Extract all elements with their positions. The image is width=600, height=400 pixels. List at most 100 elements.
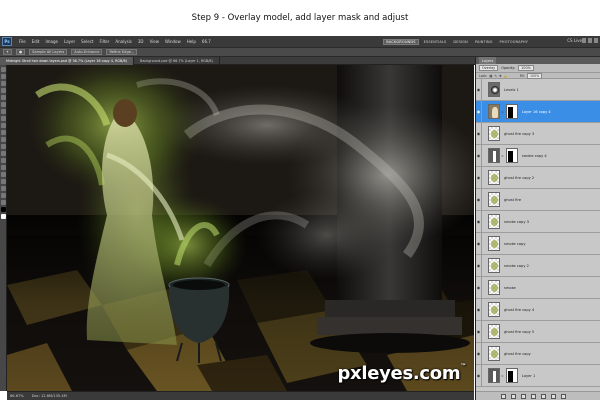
eraser-tool-icon[interactable] <box>1 137 6 142</box>
layer-row[interactable]: ◉ ghost fire copy 2 <box>476 166 600 189</box>
visibility-eye-icon[interactable]: ◉ <box>476 320 482 343</box>
layer-name[interactable]: Levels 1 <box>504 88 519 92</box>
clone-tool-icon[interactable] <box>1 123 6 128</box>
history-brush-icon[interactable] <box>1 130 6 135</box>
quick-select-tool-icon[interactable] <box>1 88 6 93</box>
shape-tool-icon[interactable] <box>1 186 6 191</box>
auto-enhance-checkbox[interactable]: Auto-Enhance <box>71 49 103 55</box>
foreground-color-swatch[interactable] <box>1 207 6 212</box>
layer-name[interactable]: Layer 16 copy 4 <box>522 110 551 114</box>
blend-mode-select[interactable]: Overlay <box>479 65 499 71</box>
layer-name[interactable]: ghost fire copy 4 <box>504 308 534 312</box>
quick-select-tool-icon[interactable]: ✦ <box>3 49 13 55</box>
zoom-level[interactable]: 66.7 <box>199 39 214 44</box>
menu-image[interactable]: Image <box>42 39 61 44</box>
layer-row[interactable]: ◉ ∞ smoke copy 4 <box>476 144 600 167</box>
layer-name[interactable]: ghost fire copy <box>504 352 531 356</box>
lock-transparency-icon[interactable]: ▦ <box>489 74 492 78</box>
mask-link-icon[interactable]: ∞ <box>501 374 504 378</box>
layer-row[interactable]: ◉ ghost fire copy 4 <box>476 298 600 321</box>
link-layers-icon[interactable] <box>501 393 506 399</box>
layer-name[interactable]: smoke copy <box>504 242 525 246</box>
visibility-eye-icon[interactable]: ◉ <box>476 298 482 321</box>
menu-help[interactable]: Help <box>184 39 199 44</box>
opacity-input[interactable]: 100% <box>518 65 534 71</box>
layer-thumbnail[interactable] <box>488 192 500 207</box>
visibility-eye-icon[interactable]: ◉ <box>476 122 482 145</box>
lock-position-icon[interactable]: ✥ <box>499 74 502 78</box>
tab-midnight-stroll[interactable]: Midnight Stroll hair down layers.psd @ 3… <box>0 56 135 65</box>
menu-view[interactable]: View <box>147 39 163 44</box>
menu-edit[interactable]: Edit <box>29 39 43 44</box>
menu-select[interactable]: Select <box>78 39 96 44</box>
visibility-eye-icon[interactable]: ◉ <box>476 276 482 299</box>
close-icon[interactable] <box>594 38 598 43</box>
layer-row[interactable]: ◉ ∞ Layer 16 copy 4 <box>476 100 600 123</box>
sample-all-layers-checkbox[interactable]: Sample All Layers <box>29 49 68 55</box>
layer-thumbnail[interactable] <box>488 368 500 383</box>
workspace-essentials[interactable]: ESSENTIALS <box>422 40 449 44</box>
layer-row[interactable]: ◉ smoke copy <box>476 232 600 255</box>
layer-row[interactable]: ◉ ∞ Layer 1 <box>476 364 600 387</box>
lock-all-icon[interactable]: 🔒 <box>504 74 508 78</box>
menu-window[interactable]: Window <box>162 39 184 44</box>
layer-row[interactable]: ◉ smoke <box>476 276 600 299</box>
lock-paint-icon[interactable]: ✎ <box>494 74 497 78</box>
visibility-eye-icon[interactable]: ◉ <box>476 364 482 387</box>
layer-name[interactable]: smoke <box>504 286 516 290</box>
status-zoom[interactable]: 66.67% <box>10 394 24 398</box>
layer-row[interactable]: ◉ ghost fire copy <box>476 342 600 365</box>
layer-name[interactable]: smoke copy 3 <box>504 220 529 224</box>
visibility-eye-icon[interactable]: ◉ <box>476 78 482 101</box>
layer-row[interactable]: ◉ smoke copy 2 <box>476 254 600 277</box>
menu-filter[interactable]: Filter <box>96 39 112 44</box>
layer-name[interactable]: smoke copy 4 <box>522 154 547 158</box>
visibility-eye-icon[interactable]: ◉ <box>476 232 482 255</box>
mask-link-icon[interactable]: ∞ <box>501 154 504 158</box>
move-tool-icon[interactable] <box>1 67 6 72</box>
layer-row[interactable]: ◉ ghost fire copy 3 <box>476 122 600 145</box>
background-color-swatch[interactable] <box>1 214 6 219</box>
cs-live-button[interactable]: CS Live <box>567 38 582 43</box>
lasso-tool-icon[interactable] <box>1 81 6 86</box>
brush-size-picker[interactable]: ● <box>16 49 26 55</box>
layer-name[interactable]: ghost fire copy 2 <box>504 176 534 180</box>
marquee-tool-icon[interactable] <box>1 74 6 79</box>
layer-name[interactable]: Layer 1 <box>522 374 535 378</box>
visibility-eye-icon[interactable]: ◉ <box>476 254 482 277</box>
layer-row[interactable]: ◉ ghost fire copy 5 <box>476 320 600 343</box>
layer-thumbnail[interactable] <box>488 214 500 229</box>
brush-tool-icon[interactable] <box>1 116 6 121</box>
tab-background[interactable]: Background.psd @ 66.7% (Layer 1, RGB/8) <box>134 56 220 65</box>
fill-input[interactable]: 100% <box>527 72 543 79</box>
menu-analysis[interactable]: Analysis <box>112 39 134 44</box>
healing-tool-icon[interactable] <box>1 109 6 114</box>
maximize-icon[interactable] <box>588 38 592 43</box>
layer-thumbnail[interactable] <box>488 280 500 295</box>
layer-thumbnail[interactable] <box>488 302 500 317</box>
adjustment-layer-icon[interactable] <box>531 393 536 399</box>
visibility-eye-icon[interactable]: ◉ <box>476 188 482 211</box>
layer-thumbnail[interactable] <box>488 126 500 141</box>
layer-name[interactable]: ghost fire copy 5 <box>504 330 534 334</box>
workspace-design[interactable]: DESIGN <box>451 40 469 44</box>
layer-mask-thumbnail[interactable] <box>505 148 518 163</box>
layer-name[interactable]: ghost fire copy 3 <box>504 132 534 136</box>
hand-tool-icon[interactable] <box>1 193 6 198</box>
pen-tool-icon[interactable] <box>1 165 6 170</box>
layer-name[interactable]: smoke copy 2 <box>504 264 529 268</box>
add-mask-icon[interactable] <box>521 393 526 399</box>
menu-file[interactable]: File <box>16 39 29 44</box>
layer-thumbnail[interactable] <box>488 236 500 251</box>
menu-3d[interactable]: 3D <box>135 39 147 44</box>
dodge-tool-icon[interactable] <box>1 158 6 163</box>
layer-name[interactable]: ghost fire <box>504 198 521 202</box>
visibility-eye-icon[interactable]: ◉ <box>476 210 482 233</box>
layer-thumbnail[interactable] <box>488 104 500 119</box>
minimize-icon[interactable] <box>582 38 586 43</box>
group-icon[interactable] <box>541 393 546 399</box>
layer-mask-thumbnail[interactable] <box>505 104 518 119</box>
visibility-eye-icon[interactable]: ◉ <box>476 144 482 167</box>
visibility-eye-icon[interactable]: ◉ <box>476 342 482 365</box>
layer-row[interactable]: ◉ smoke copy 3 <box>476 210 600 233</box>
